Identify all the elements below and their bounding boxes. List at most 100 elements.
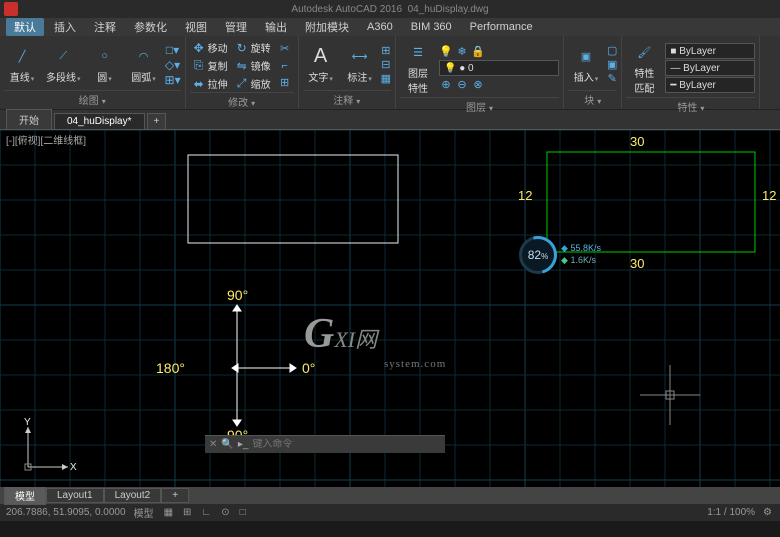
panel-label[interactable]: 绘图 (4, 90, 181, 108)
arc-icon: ◠ (133, 45, 155, 67)
color-combo[interactable]: ■ ByLayer (665, 43, 755, 59)
white-rectangle (188, 155, 398, 243)
stretch-button[interactable]: ⬌拉伸 (190, 75, 230, 92)
layout-tab-1[interactable]: Layout1 (46, 488, 104, 503)
drawing-viewport[interactable]: [-][俯视][二维线框] 30 12 12 30 90° 0° 180° 90… (0, 130, 780, 487)
rotate-button[interactable]: ↻旋转 (233, 39, 273, 56)
line-button[interactable]: ╱直线 (4, 43, 40, 86)
app-icon (4, 2, 18, 16)
zoom-level[interactable]: 1:1 / 100% (707, 507, 755, 518)
ribbon-tabs: 默认插入注释参数化视图管理输出附加模块A360BIM 360Performanc… (0, 18, 780, 36)
osnap-toggle-icon[interactable]: □ (238, 507, 248, 518)
dim-bottom: 30 (630, 256, 644, 271)
lineweight-combo[interactable]: ━ ByLayer (665, 77, 755, 93)
match-properties-button[interactable]: 🖌特性匹配 (626, 39, 662, 97)
doc-tab-current[interactable]: 04_huDisplay (54, 113, 145, 129)
layer-properties-button[interactable]: ☰图层特性 (400, 39, 436, 97)
panel-label[interactable]: 块 (568, 90, 617, 108)
cursor-crosshair (640, 365, 700, 425)
mirror-button[interactable]: ⇋镜像 (233, 57, 273, 74)
mirror-icon: ⇋ (235, 59, 249, 73)
polyline-button[interactable]: ⟋多段线 (43, 43, 84, 86)
scale-button[interactable]: ⤢缩放 (233, 75, 273, 92)
menu-tab[interactable]: 默认 (6, 18, 44, 36)
menu-tab[interactable]: 视图 (177, 18, 215, 36)
svg-text:X: X (70, 462, 77, 473)
panel-label[interactable]: 图层 (400, 97, 559, 115)
arc-button[interactable]: ◠圆弧 (126, 43, 162, 86)
doc-tab-add[interactable]: + (147, 113, 167, 129)
menu-tab[interactable]: Performance (462, 20, 541, 34)
line-icon: ╱ (11, 45, 33, 67)
ribbon-panel: ▣插入 ▢▣✎块 (564, 36, 622, 109)
move-button[interactable]: ✥移动 (190, 39, 230, 56)
layout-tab-model[interactable]: 模型 (4, 486, 46, 505)
fillet-icon: ⌐ (278, 59, 292, 73)
svg-text:Y: Y (24, 417, 31, 428)
text-button[interactable]: A文字 (303, 43, 339, 86)
menu-tab[interactable]: 附加模块 (297, 18, 357, 36)
text-icon: A (310, 45, 332, 67)
panel-label[interactable]: 特性 (626, 97, 755, 115)
angle-compass: 90° 0° 180° 90° (156, 287, 315, 443)
menu-tab[interactable]: 注释 (86, 18, 124, 36)
speed-ring: 82% (519, 236, 557, 274)
ribbon-panel: 🖌特性匹配 ■ ByLayer — ByLayer ━ ByLayer 特性 (622, 36, 760, 109)
menu-tab[interactable]: BIM 360 (403, 20, 460, 34)
ribbon-panel: ╱直线⟋多段线○圆◠圆弧□▾◇▾⊞▾绘图 (0, 36, 186, 109)
model-space-toggle[interactable]: 模型 (132, 505, 156, 520)
snap-toggle-icon[interactable]: ⊞ (181, 507, 193, 518)
move-icon: ✥ (192, 41, 206, 55)
fillet-button[interactable]: ⌐ (276, 58, 294, 74)
command-line[interactable]: ✕ 🔍 ▸_ (205, 435, 445, 453)
dim-left: 12 (518, 188, 532, 203)
dimension-button[interactable]: ⟷标注 (342, 43, 378, 86)
polar-toggle-icon[interactable]: ⊙ (219, 507, 231, 518)
panel-label[interactable]: 注释 (303, 90, 391, 108)
trim-icon: ✂ (278, 42, 292, 56)
circle-button[interactable]: ○圆 (87, 43, 123, 86)
linetype-combo[interactable]: — ByLayer (665, 60, 755, 76)
grid-toggle-icon[interactable]: ▦ (162, 507, 175, 518)
array-button[interactable]: ⊞ (276, 75, 294, 91)
doc-tab-start[interactable]: 开始 (6, 109, 52, 129)
menu-tab[interactable]: 插入 (46, 18, 84, 36)
layout-tab-2[interactable]: Layout2 (104, 488, 162, 503)
close-icon[interactable]: ✕ (209, 439, 217, 450)
layer-combo[interactable]: 💡 ● 0 (439, 60, 559, 76)
network-speed-overlay: 82% ◆ 55.8K/s ◆ 1.6K/s (519, 236, 601, 274)
array-icon: ⊞ (278, 76, 292, 90)
app-filename: 04_huDisplay.dwg (408, 4, 489, 15)
ribbon: ╱直线⟋多段线○圆◠圆弧□▾◇▾⊞▾绘图 ✥移动 ⎘复制 ⬌拉伸 ↻旋转 ⇋镜像… (0, 36, 780, 110)
scale-icon: ⤢ (235, 77, 249, 91)
coordinates: 206.7886, 51.9095, 0.0000 (6, 507, 126, 518)
status-bar: 206.7886, 51.9095, 0.0000 模型 ▦ ⊞ ∟ ⊙ □ 1… (0, 503, 780, 521)
dim-top: 30 (630, 134, 644, 149)
search-icon[interactable]: 🔍 (221, 439, 233, 450)
copy-button[interactable]: ⎘复制 (190, 57, 230, 74)
angle-left: 180° (156, 360, 185, 376)
menu-tab[interactable]: 输出 (257, 18, 295, 36)
ortho-toggle-icon[interactable]: ∟ (199, 507, 213, 518)
layers-icon: ☰ (407, 41, 429, 63)
menu-tab[interactable]: A360 (359, 20, 401, 34)
insert-icon: ▣ (575, 45, 597, 67)
layout-tabs: 模型 Layout1 Layout2 + (0, 487, 780, 503)
stretch-icon: ⬌ (192, 77, 206, 91)
menu-tab[interactable]: 管理 (217, 18, 255, 36)
panel-label[interactable]: 修改 (190, 92, 294, 110)
app-title: Autodesk AutoCAD 2016 (291, 4, 402, 15)
angle-right: 0° (302, 360, 315, 376)
polyline-icon: ⟋ (52, 45, 74, 67)
menu-tab[interactable]: 参数化 (126, 18, 175, 36)
ribbon-panel: ☰图层特性 💡❄🔒 💡 ● 0 ⊕⊖⊗ 图层 (396, 36, 564, 109)
command-input[interactable] (252, 439, 441, 450)
trim-button[interactable]: ✂ (276, 41, 294, 57)
upload-speed: 1.6K/s (570, 255, 596, 265)
layout-tab-add[interactable]: + (161, 488, 189, 503)
insert-block-button[interactable]: ▣插入 (568, 43, 604, 86)
dimension-icon: ⟷ (349, 45, 371, 67)
match-icon: 🖌 (633, 41, 655, 63)
gear-icon[interactable]: ⚙ (761, 507, 774, 518)
angle-top: 90° (227, 287, 248, 303)
